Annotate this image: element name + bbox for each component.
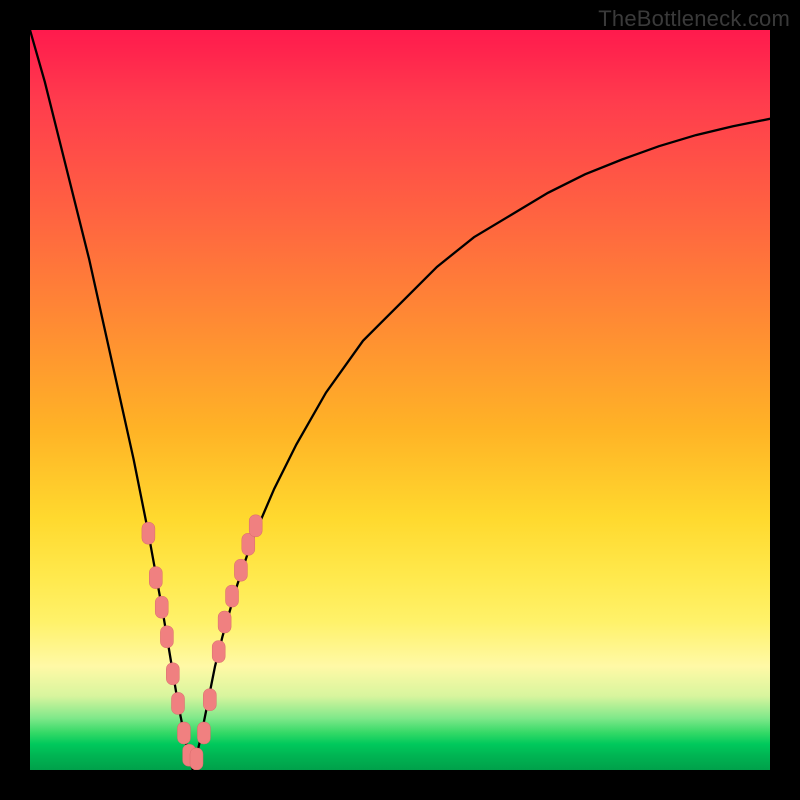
- data-point-marker: [234, 559, 247, 581]
- data-point-marker: [142, 522, 155, 544]
- chart-frame: TheBottleneck.com: [0, 0, 800, 800]
- data-point-marker: [226, 585, 239, 607]
- data-point-marker: [203, 689, 216, 711]
- data-point-marker: [212, 641, 225, 663]
- data-point-marker: [218, 611, 231, 633]
- data-point-marker: [172, 692, 185, 714]
- data-point-marker: [249, 515, 262, 537]
- data-point-marker: [197, 722, 210, 744]
- bottleneck-curve: [30, 30, 770, 770]
- plot-area: [30, 30, 770, 770]
- data-point-marker: [177, 722, 190, 744]
- data-point-marker: [160, 626, 173, 648]
- data-point-marker: [155, 596, 168, 618]
- bottleneck-chart-svg: [30, 30, 770, 770]
- data-point-marker: [149, 567, 162, 589]
- watermark-text: TheBottleneck.com: [598, 6, 790, 32]
- data-point-marker: [166, 663, 179, 685]
- data-point-markers: [142, 515, 262, 770]
- data-point-marker: [190, 748, 203, 770]
